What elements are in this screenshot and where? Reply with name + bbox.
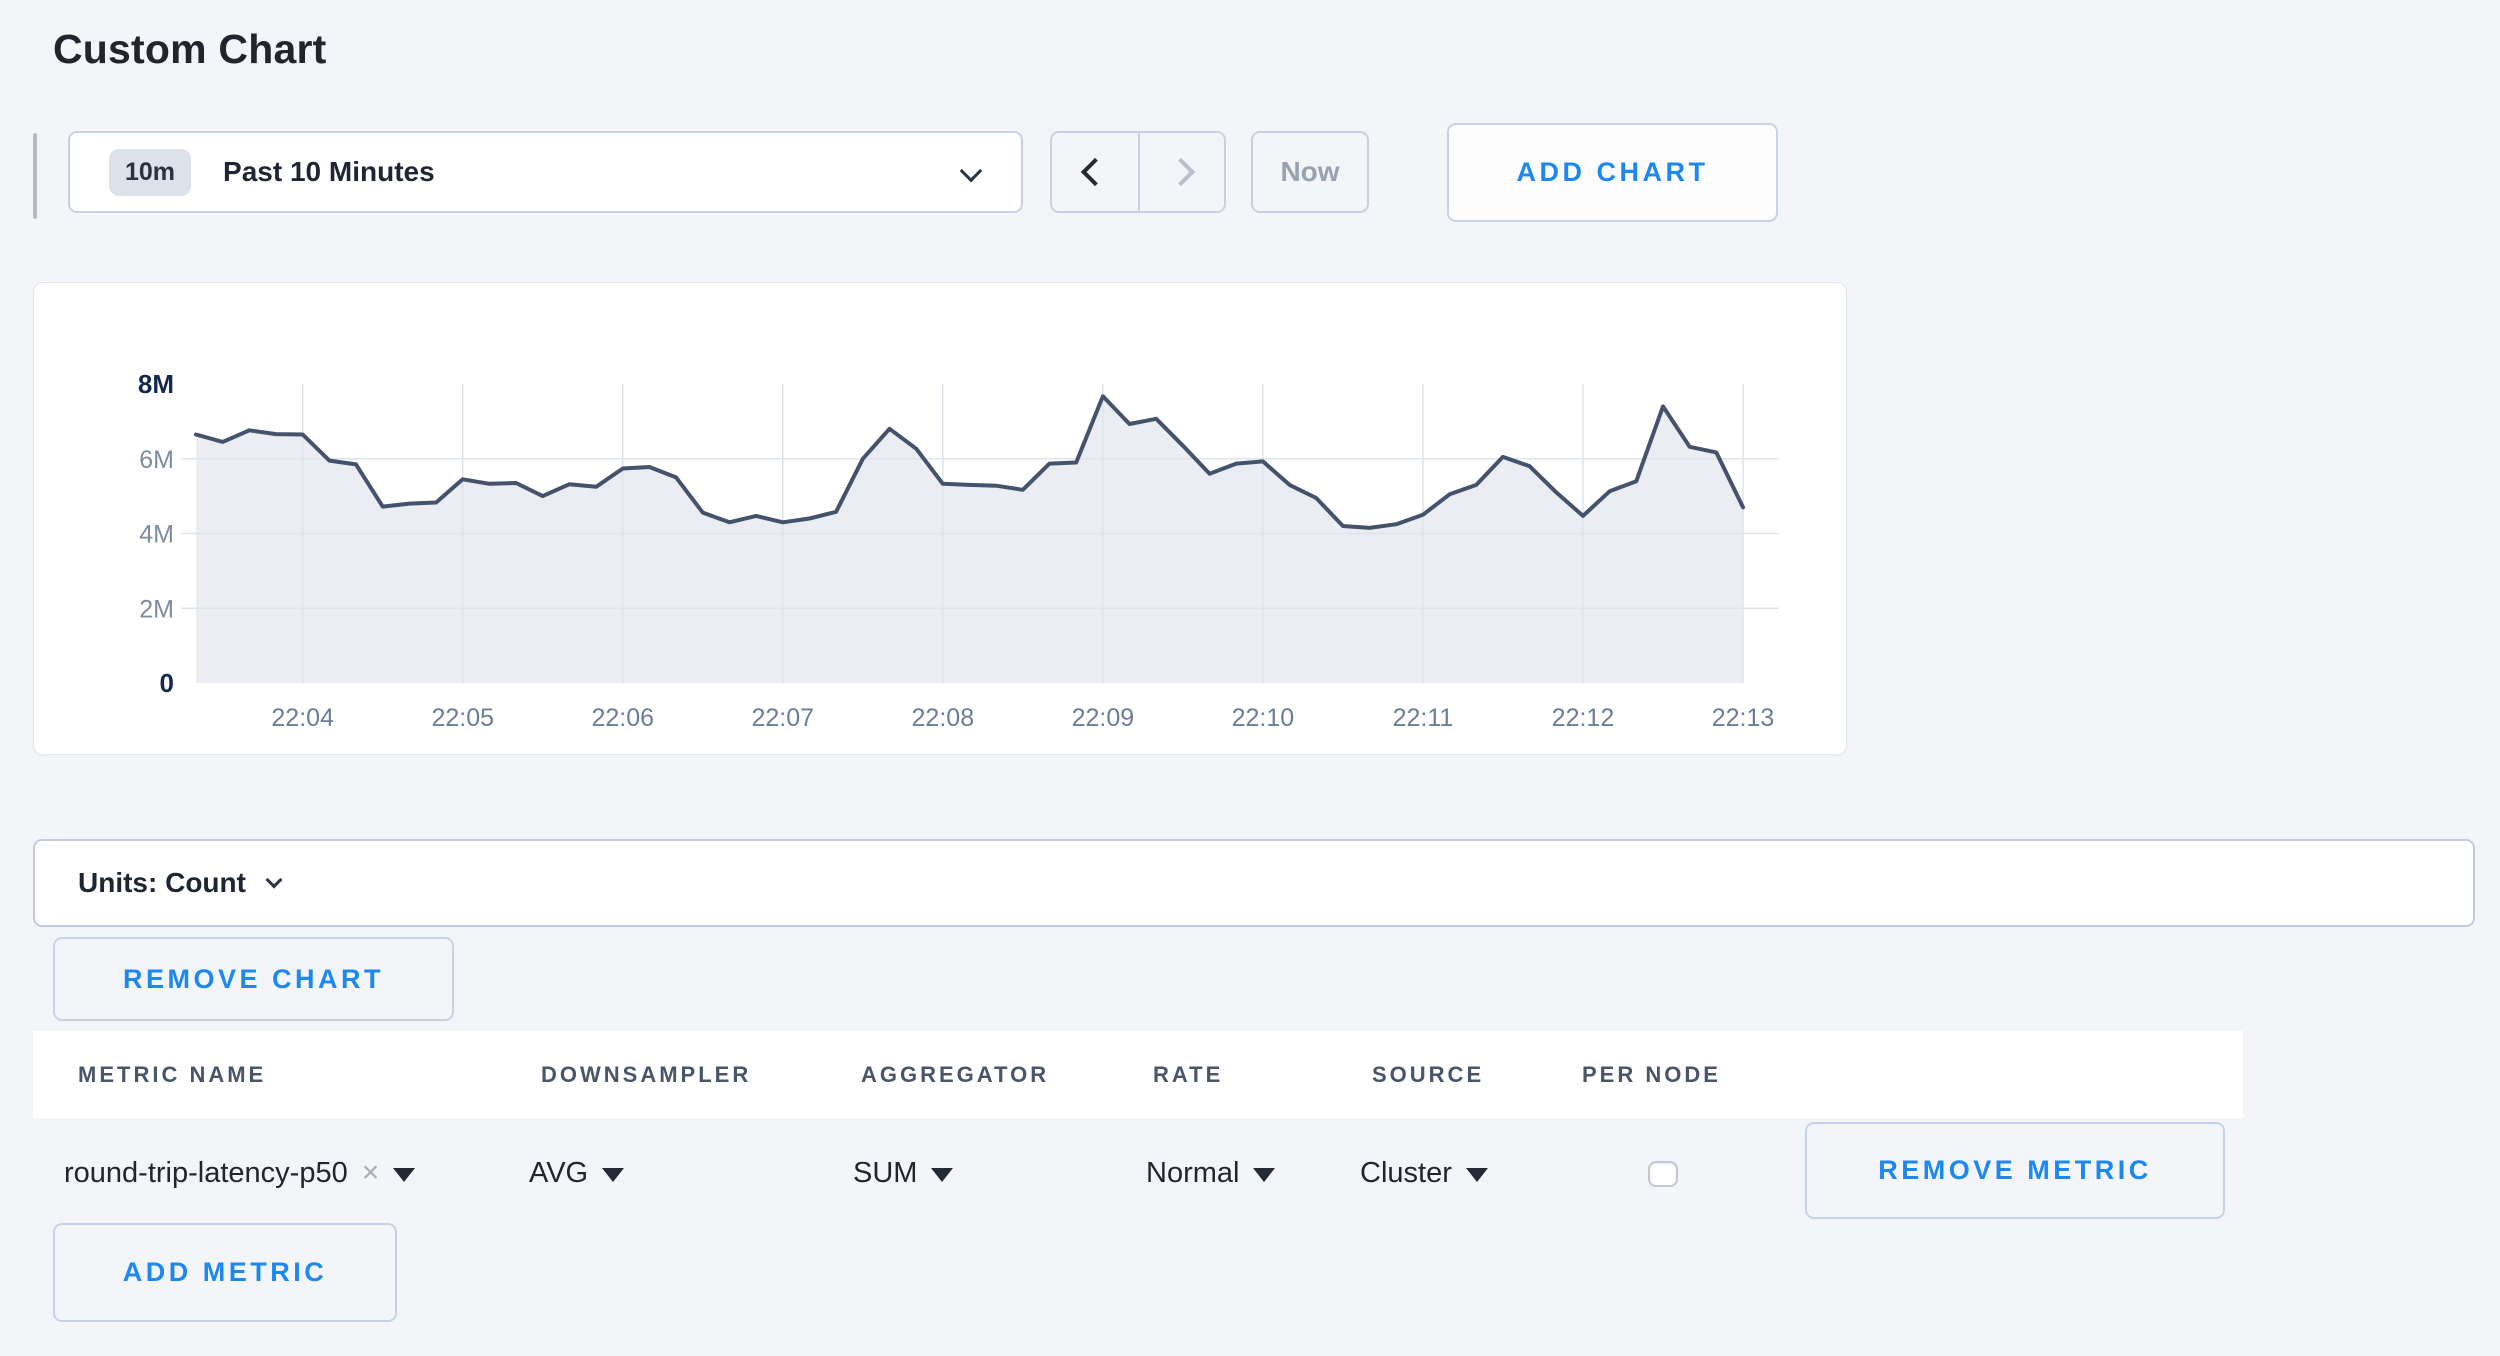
svg-text:6M: 6M xyxy=(139,446,174,474)
svg-text:22:06: 22:06 xyxy=(591,704,654,732)
chevron-left-icon xyxy=(1081,158,1109,186)
time-range-badge: 10m xyxy=(109,149,191,196)
units-dropdown[interactable]: Units: Count xyxy=(33,839,2475,927)
add-metric-button[interactable]: ADD METRIC xyxy=(53,1223,397,1322)
page-title: Custom Chart xyxy=(53,26,326,73)
per-node-checkbox[interactable] xyxy=(1648,1161,1678,1187)
rate-dropdown[interactable]: Normal xyxy=(1146,1118,1275,1228)
svg-text:22:10: 22:10 xyxy=(1232,704,1295,732)
aggregator-value: SUM xyxy=(853,1157,917,1190)
caret-down-icon xyxy=(602,1168,624,1182)
metric-table-row: round-trip-latency-p50 × AVG SUM Normal … xyxy=(0,1118,2500,1228)
aggregator-dropdown[interactable]: SUM xyxy=(853,1118,953,1228)
column-header-aggregator: AGGREGATOR xyxy=(861,1062,1049,1088)
svg-text:22:07: 22:07 xyxy=(752,704,815,732)
caret-down-icon xyxy=(393,1168,415,1182)
column-header-rate: RATE xyxy=(1153,1062,1223,1088)
svg-text:0: 0 xyxy=(160,668,174,698)
source-dropdown[interactable]: Cluster xyxy=(1360,1118,1488,1228)
caret-down-icon xyxy=(931,1168,953,1182)
remove-chart-button[interactable]: REMOVE CHART xyxy=(53,937,454,1021)
rate-value: Normal xyxy=(1146,1157,1239,1190)
column-header-per-node: PER NODE xyxy=(1582,1062,1721,1088)
metric-table-header: METRIC NAME DOWNSAMPLER AGGREGATOR RATE … xyxy=(33,1031,2243,1118)
downsampler-dropdown[interactable]: AVG xyxy=(529,1118,624,1228)
now-button[interactable]: Now xyxy=(1251,131,1369,213)
column-header-downsampler: DOWNSAMPLER xyxy=(541,1062,751,1088)
nav-divider xyxy=(1138,133,1140,211)
units-label: Units: Count xyxy=(78,867,246,899)
chevron-down-icon xyxy=(265,872,282,889)
column-header-metric-name: METRIC NAME xyxy=(78,1062,266,1088)
caret-down-icon xyxy=(1466,1168,1488,1182)
svg-text:22:05: 22:05 xyxy=(431,704,494,732)
downsampler-value: AVG xyxy=(529,1157,588,1190)
time-range-label: Past 10 Minutes xyxy=(223,156,435,188)
time-range-dropdown[interactable]: 10m Past 10 Minutes xyxy=(68,131,1023,213)
next-time-button[interactable] xyxy=(1138,133,1224,211)
svg-text:22:13: 22:13 xyxy=(1712,704,1775,732)
svg-text:22:11: 22:11 xyxy=(1393,704,1454,732)
add-chart-button[interactable]: ADD CHART xyxy=(1447,123,1778,222)
svg-text:22:04: 22:04 xyxy=(271,704,334,732)
time-nav-group xyxy=(1050,131,1226,213)
remove-metric-button[interactable]: REMOVE METRIC xyxy=(1805,1122,2225,1219)
source-value: Cluster xyxy=(1360,1157,1452,1190)
metric-name-dropdown[interactable]: round-trip-latency-p50 × xyxy=(64,1118,415,1228)
chevron-right-icon xyxy=(1167,158,1195,186)
metric-name-value: round-trip-latency-p50 xyxy=(64,1157,348,1190)
toolbar-accent-bar xyxy=(33,133,37,219)
prev-time-button[interactable] xyxy=(1052,133,1138,211)
svg-text:8M: 8M xyxy=(138,369,174,399)
svg-text:4M: 4M xyxy=(139,521,174,549)
chart-card: 22:04 22:05 22:06 22:07 22:08 22:09 22:10 22:11… xyxy=(33,282,1847,755)
svg-text:22:09: 22:09 xyxy=(1072,704,1135,732)
svg-text:22:08: 22:08 xyxy=(912,704,975,732)
chevron-down-icon xyxy=(960,160,983,183)
clear-metric-icon[interactable]: × xyxy=(362,1158,380,1188)
svg-text:2M: 2M xyxy=(139,595,174,623)
caret-down-icon xyxy=(1253,1168,1275,1182)
column-header-source: SOURCE xyxy=(1372,1062,1484,1088)
time-series-chart[interactable]: 22:04 22:05 22:06 22:07 22:08 22:09 22:10 22:11… xyxy=(34,283,1845,753)
svg-text:22:12: 22:12 xyxy=(1552,704,1615,732)
